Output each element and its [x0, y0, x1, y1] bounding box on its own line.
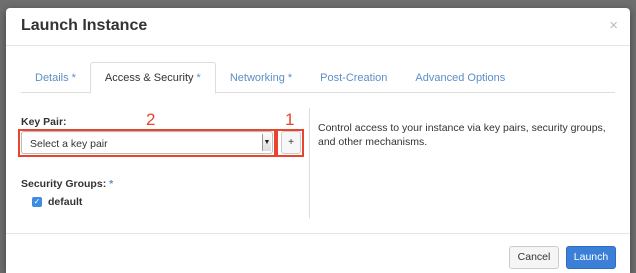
modal-title: Launch Instance: [21, 17, 148, 34]
tab-post-creation[interactable]: Post-Creation: [306, 62, 401, 93]
launch-instance-modal: Launch Instance × Details * Access & Sec…: [6, 8, 630, 273]
tab-details[interactable]: Details *: [21, 62, 90, 93]
required-marker: *: [109, 178, 114, 190]
chevron-down-icon[interactable]: ▼: [262, 134, 271, 151]
key-pair-label: Key Pair:: [21, 116, 67, 128]
cancel-button[interactable]: Cancel: [509, 246, 559, 269]
tab-networking[interactable]: Networking *: [216, 62, 306, 93]
key-pair-select-value: Select a key pair: [30, 138, 108, 150]
required-marker: *: [196, 72, 201, 84]
help-text: Control access to your instance via key …: [318, 122, 606, 148]
tab-label: Details: [35, 71, 69, 84]
help-column: Control access to your instance via key …: [309, 108, 615, 218]
annotation-number-add-button: 1: [285, 110, 295, 129]
key-pair-select[interactable]: Select a key pair ▼: [21, 131, 273, 154]
tab-label: Networking: [229, 71, 285, 84]
security-groups-label-text: Security Groups:: [21, 178, 107, 190]
modal-header: Launch Instance ×: [6, 8, 630, 46]
form-column: Key Pair: Select a key pair ▼ + 2 1 Secu…: [18, 108, 309, 218]
security-group-option[interactable]: ✓ default: [32, 196, 82, 208]
annotation-number-select: 2: [146, 110, 156, 129]
tab-access-security[interactable]: Access & Security *: [89, 62, 216, 94]
tab-label: Access & Security: [104, 72, 194, 84]
tab-label: Advanced Options: [415, 71, 506, 84]
checkbox-checked-icon[interactable]: ✓: [32, 197, 42, 207]
add-key-pair-button[interactable]: +: [281, 131, 301, 154]
tab-bar: Details * Access & Security * Networking…: [21, 62, 615, 94]
security-group-label: default: [48, 196, 83, 208]
security-groups-label: Security Groups: *: [21, 178, 113, 190]
launch-button[interactable]: Launch: [566, 246, 616, 269]
required-marker: *: [287, 71, 293, 84]
required-marker: *: [71, 71, 76, 84]
modal-footer: Cancel Launch: [6, 233, 630, 273]
tab-content: Key Pair: Select a key pair ▼ + 2 1 Secu…: [18, 108, 615, 218]
tab-advanced-options[interactable]: Advanced Options: [401, 62, 519, 93]
close-icon[interactable]: ×: [609, 18, 618, 33]
tab-label: Post-Creation: [320, 71, 388, 84]
